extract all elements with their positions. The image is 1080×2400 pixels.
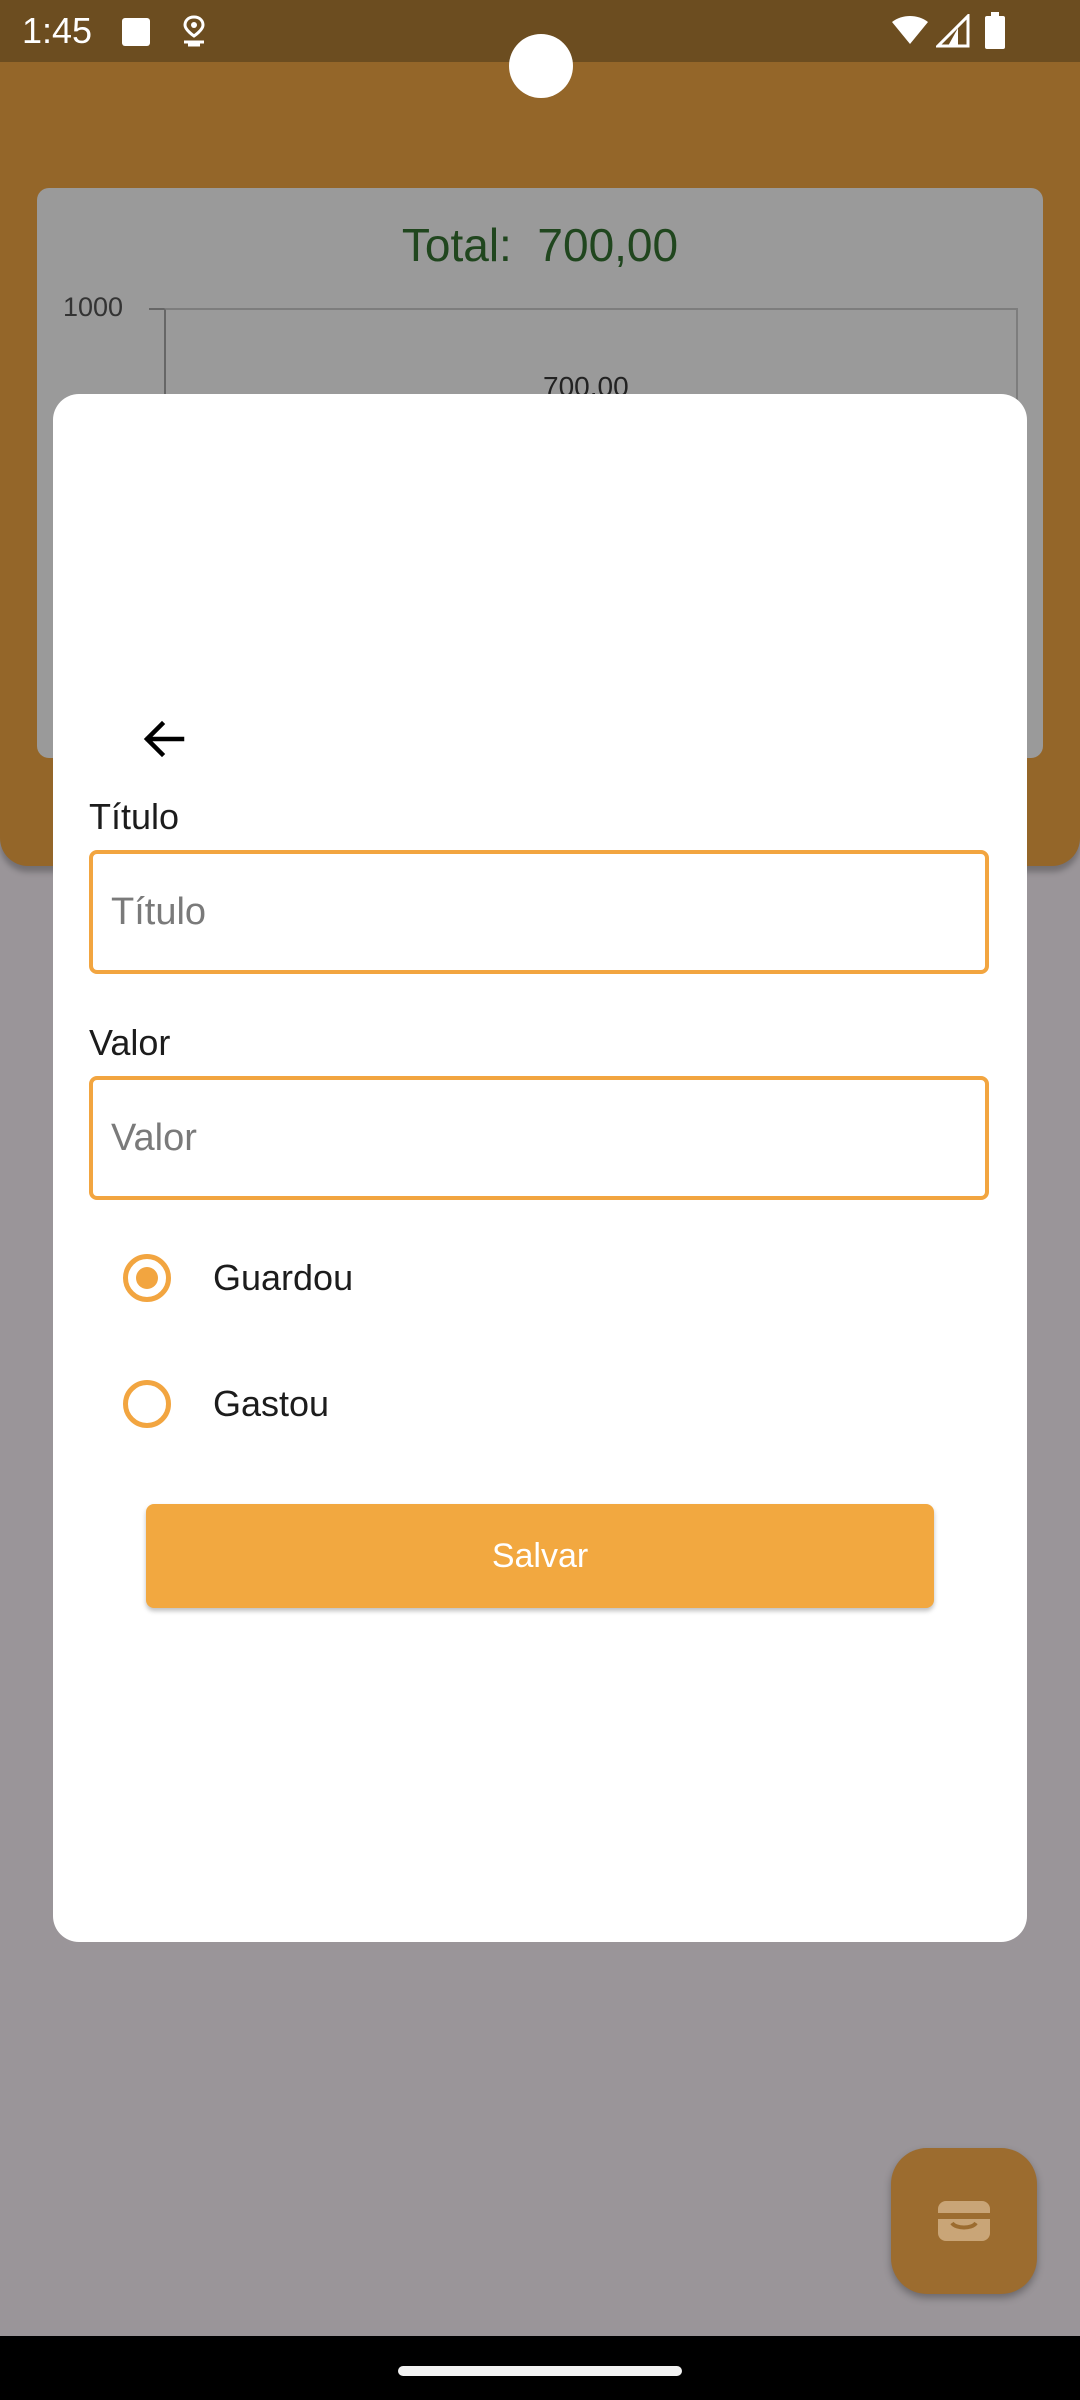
home-gesture-handle[interactable]: [398, 2366, 682, 2376]
camera-cutout: [509, 34, 573, 98]
add-entry-dialog: Título Valor Guardou Gastou Salvar: [53, 394, 1027, 1942]
status-time: 1:45: [22, 10, 93, 51]
chart-y-tick-label: 1000: [63, 292, 124, 322]
radio-option-guardou[interactable]: Guardou: [123, 1238, 823, 1318]
radio-button-unchecked[interactable]: [123, 1380, 171, 1428]
titulo-input[interactable]: [89, 850, 989, 974]
cell-signal-icon: [934, 12, 970, 53]
radio-label-guardou: Guardou: [213, 1257, 354, 1298]
navigation-bar: [0, 2336, 1080, 2400]
location-pin-icon: [180, 14, 208, 53]
save-button[interactable]: Salvar: [146, 1504, 934, 1608]
radio-label-gastou: Gastou: [213, 1383, 330, 1424]
battery-icon: [984, 12, 1006, 55]
back-button[interactable]: [119, 694, 209, 784]
wifi-icon: [890, 14, 930, 51]
valor-label: Valor: [89, 1022, 171, 1063]
chart-title: Total: 700,00: [401, 219, 679, 271]
radio-option-gastou[interactable]: Gastou: [123, 1364, 823, 1444]
arrow-back-icon: [143, 720, 185, 758]
radio-button-checked[interactable]: [123, 1254, 171, 1302]
wallet-icon: [938, 2201, 990, 2241]
chart-y-tick-mark: [149, 308, 165, 310]
wallet-fab-button[interactable]: [891, 2148, 1037, 2294]
square-notification-icon: [120, 16, 152, 53]
titulo-label: Título: [89, 796, 180, 837]
valor-input[interactable]: [89, 1076, 989, 1200]
